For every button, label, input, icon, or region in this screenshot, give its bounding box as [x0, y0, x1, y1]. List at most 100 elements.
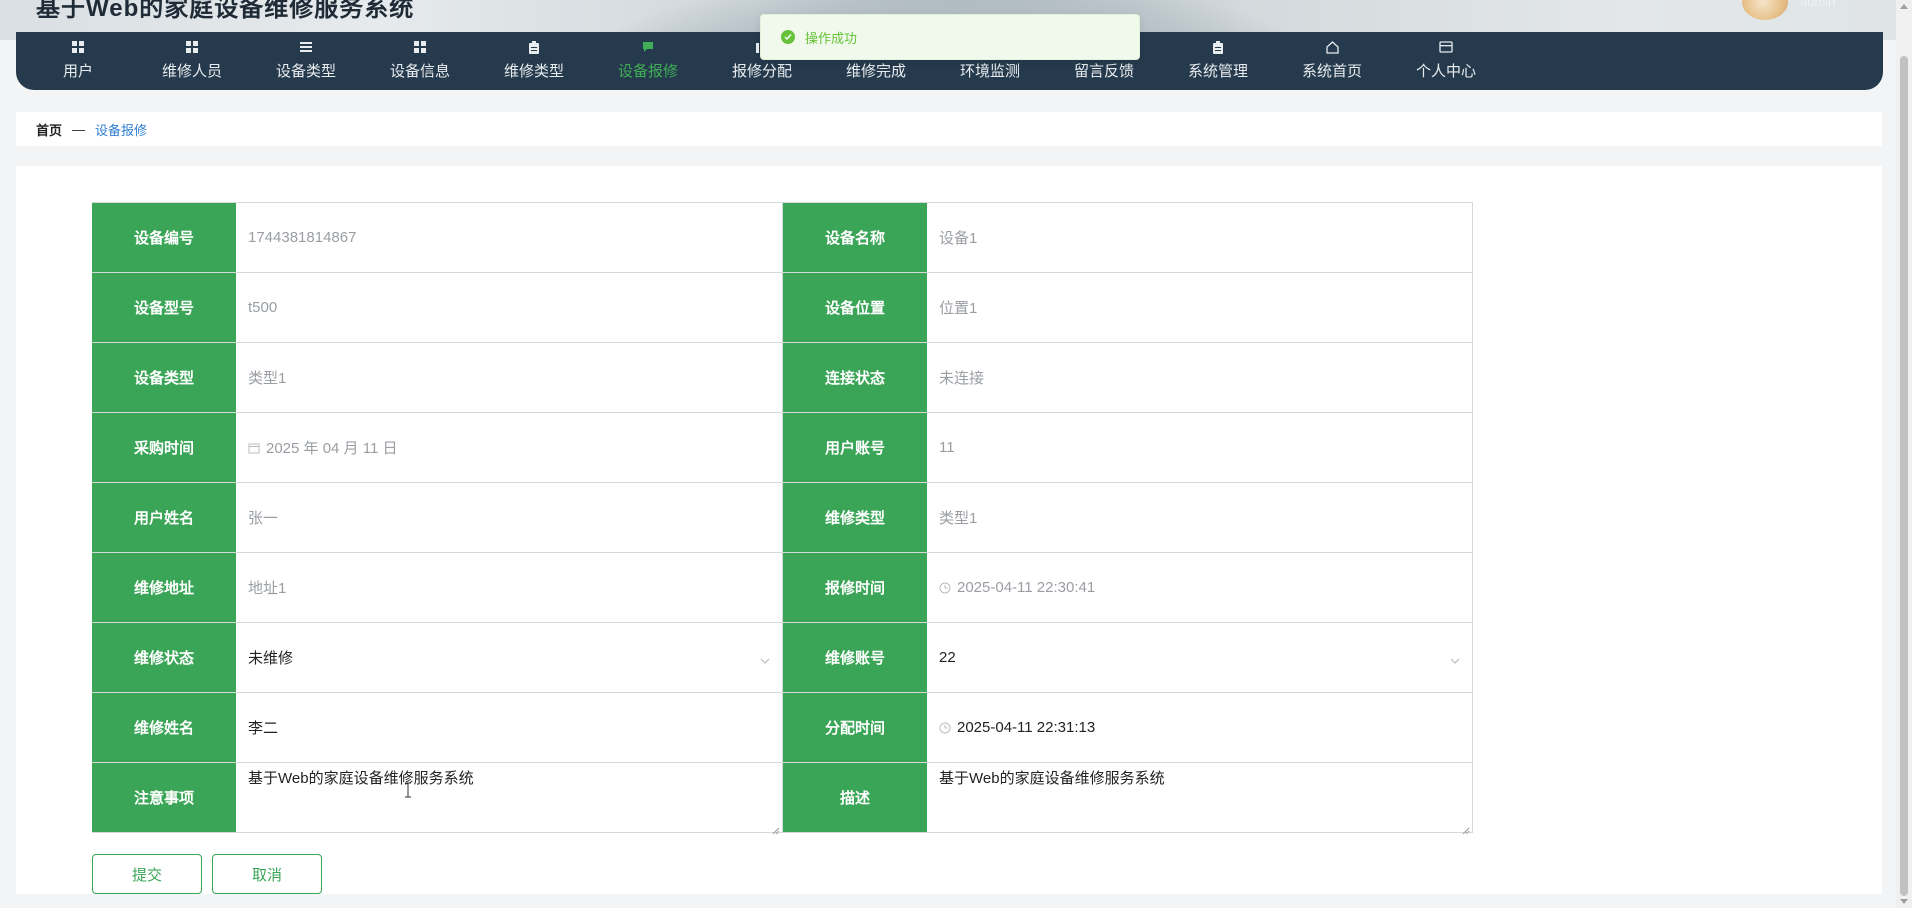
form-field-device-name: 设备名称 设备1: [782, 203, 1473, 272]
field-label: 报修时间: [783, 553, 927, 622]
nav-item-label: 设备类型: [275, 63, 336, 80]
nav-item-device-types[interactable]: 设备类型: [256, 32, 356, 90]
breadcrumb-home[interactable]: 首页: [36, 120, 62, 139]
field-label: 用户账号: [783, 413, 927, 482]
form-field-assign-time: 分配时间 2025-04-11 22:31:13: [782, 693, 1473, 762]
grid-icon: [71, 40, 85, 54]
form-row: 维修姓名 李二 分配时间 2025-04-11 22:31:13: [92, 693, 1473, 763]
form-field-repair-status: 维修状态 未维修: [92, 623, 782, 692]
device-type-input[interactable]: 类型1: [236, 343, 782, 412]
user-name-input[interactable]: 张一: [236, 483, 782, 552]
nav-item-label: 维修完成: [845, 63, 906, 80]
user-account-input[interactable]: 11: [927, 413, 1473, 482]
field-label: 设备名称: [783, 203, 927, 272]
repair-form: 设备编号 1744381814867 设备名称 设备1 设备型号 t500 设备…: [92, 202, 1473, 835]
description-textarea[interactable]: 基于Web的家庭设备维修服务系统: [927, 763, 1473, 835]
resize-handle-icon[interactable]: [772, 822, 780, 835]
form-field-device-location: 设备位置 位置1: [782, 273, 1473, 342]
notes-value: 基于Web的家庭设备维修服务系统: [248, 770, 474, 787]
nav-item-system-manage[interactable]: 系统管理: [1168, 32, 1268, 90]
scroll-down-icon[interactable]: [1900, 899, 1908, 904]
field-label: 描述: [783, 763, 927, 832]
form-field-description: 描述 基于Web的家庭设备维修服务系统: [782, 763, 1473, 835]
field-label: 注意事项: [92, 763, 236, 832]
cancel-button[interactable]: 取消: [212, 854, 322, 894]
device-location-input[interactable]: 位置1: [927, 273, 1473, 342]
form-field-purchase-date: 采购时间 2025 年 04 月 11 日: [92, 413, 782, 482]
field-label: 设备编号: [92, 203, 236, 272]
scrollbar-thumb[interactable]: [1900, 56, 1908, 896]
chevron-down-icon: [760, 653, 770, 664]
repair-type-input[interactable]: 类型1: [927, 483, 1473, 552]
notes-textarea[interactable]: 基于Web的家庭设备维修服务系统: [236, 763, 782, 835]
clipboard-icon: [527, 40, 541, 54]
form-row: 维修地址 地址1 报修时间 2025-04-11 22:30:41: [92, 553, 1473, 623]
field-label: 分配时间: [783, 693, 927, 762]
home-icon: [1325, 40, 1339, 54]
chat-icon: [641, 40, 655, 54]
site-title: 基于Web的家庭设备维修服务系统: [36, 0, 415, 22]
nav-item-label: 设备信息: [389, 63, 450, 80]
avatar[interactable]: [1742, 0, 1788, 20]
list-icon: [299, 40, 313, 54]
breadcrumb-current: 设备报修: [95, 122, 148, 138]
field-label: 连接状态: [783, 343, 927, 412]
form-row: 用户姓名 张一 维修类型 类型1: [92, 483, 1473, 553]
nav-item-repairmen[interactable]: 维修人员: [142, 32, 242, 90]
field-label: 维修姓名: [92, 693, 236, 762]
resize-handle-icon[interactable]: [1462, 822, 1470, 835]
nav-item-label: 维修人员: [161, 63, 222, 80]
form-panel: 设备编号 1744381814867 设备名称 设备1 设备型号 t500 设备…: [16, 166, 1882, 894]
nav-item-label: 环境监测: [959, 63, 1020, 80]
clipboard-icon: [1211, 40, 1225, 54]
nav-item-label: 留言反馈: [1073, 63, 1134, 80]
field-label: 设备类型: [92, 343, 236, 412]
breadcrumb: 首页 — 设备报修: [16, 112, 1882, 146]
clock-icon: [939, 582, 951, 594]
success-toast: 操作成功: [760, 14, 1140, 60]
purchase-date-picker[interactable]: 2025 年 04 月 11 日: [236, 413, 782, 482]
form-field-device-code: 设备编号 1744381814867: [92, 203, 782, 272]
nav-item-label: 系统管理: [1187, 63, 1248, 80]
device-code-input[interactable]: 1744381814867: [236, 203, 782, 272]
nav-item-label: 用户: [62, 63, 93, 80]
form-field-repairman-name: 维修姓名 李二: [92, 693, 782, 762]
repairman-account-select[interactable]: 22: [927, 623, 1473, 692]
form-field-notes: 注意事项 基于Web的家庭设备维修服务系统: [92, 763, 782, 835]
repairman-account-value: 22: [939, 649, 956, 666]
nav-item-system-home[interactable]: 系统首页: [1282, 32, 1382, 90]
nav-item-personal-center[interactable]: 个人中心: [1396, 32, 1496, 90]
nav-item-device-repair[interactable]: 设备报修: [598, 32, 698, 90]
form-row: 维修状态 未维修 维修账号 22: [92, 623, 1473, 693]
form-field-repair-type: 维修类型 类型1: [782, 483, 1473, 552]
assign-time-picker[interactable]: 2025-04-11 22:31:13: [927, 693, 1473, 762]
page-scrollbar[interactable]: [1896, 0, 1912, 908]
chevron-down-icon: [1450, 653, 1460, 664]
form-row: 设备类型 类型1 连接状态 未连接: [92, 343, 1473, 413]
report-time-picker[interactable]: 2025-04-11 22:30:41: [927, 553, 1473, 622]
repair-status-select[interactable]: 未维修: [236, 623, 782, 692]
assign-time-value: 2025-04-11 22:31:13: [957, 719, 1096, 736]
scroll-up-icon[interactable]: [1900, 4, 1908, 9]
nav-item-user[interactable]: 用户: [28, 32, 128, 90]
card-icon: [1439, 40, 1453, 54]
device-model-input[interactable]: t500: [236, 273, 782, 342]
repair-status-value: 未维修: [248, 650, 294, 667]
report-time-value: 2025-04-11 22:30:41: [957, 579, 1096, 596]
nav-item-repair-types[interactable]: 维修类型: [484, 32, 584, 90]
device-name-input[interactable]: 设备1: [927, 203, 1473, 272]
repairman-name-input[interactable]: 李二: [236, 693, 782, 762]
text-cursor-icon: [404, 782, 412, 798]
user-name[interactable]: admin: [1800, 0, 1835, 9]
field-label: 设备位置: [783, 273, 927, 342]
field-label: 用户姓名: [92, 483, 236, 552]
connection-status-input[interactable]: 未连接: [927, 343, 1473, 412]
repair-address-input[interactable]: 地址1: [236, 553, 782, 622]
form-row: 设备编号 1744381814867 设备名称 设备1: [92, 203, 1473, 273]
submit-button[interactable]: 提交: [92, 854, 202, 894]
calendar-icon: [248, 442, 260, 454]
nav-item-label: 维修类型: [503, 63, 564, 80]
form-field-user-name: 用户姓名 张一: [92, 483, 782, 552]
description-value: 基于Web的家庭设备维修服务系统: [939, 770, 1165, 787]
nav-item-device-info[interactable]: 设备信息: [370, 32, 470, 90]
